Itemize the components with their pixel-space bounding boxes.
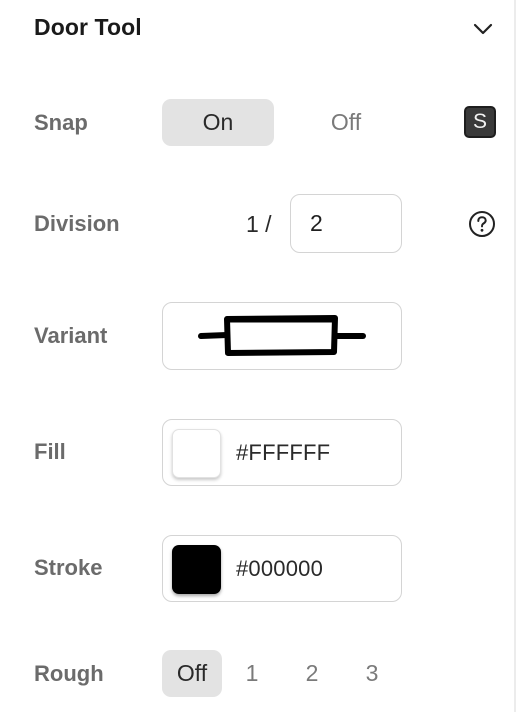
snap-label: Snap <box>34 110 88 135</box>
fill-label: Fill <box>34 439 66 464</box>
snap-shortcut-badge: S <box>464 106 496 138</box>
fill-color-swatch[interactable] <box>172 429 221 478</box>
snap-off-button[interactable]: Off <box>290 99 402 146</box>
door-tool-panel: Door Tool Snap On Off S Division 1 / Var… <box>0 0 516 712</box>
division-input[interactable] <box>290 194 402 253</box>
collapse-button[interactable] <box>468 16 498 42</box>
panel-title: Door Tool <box>34 14 142 40</box>
help-button[interactable] <box>468 210 496 238</box>
stroke-color-swatch[interactable] <box>172 545 221 594</box>
snap-on-button[interactable]: On <box>162 99 274 146</box>
door-variant-icon <box>198 315 366 356</box>
chevron-down-icon <box>473 23 493 35</box>
question-circle-icon <box>469 211 495 237</box>
rough-3-button[interactable]: 3 <box>348 650 396 697</box>
fill-color-field[interactable]: #FFFFFF <box>162 419 402 486</box>
stroke-label: Stroke <box>34 555 103 580</box>
variant-label: Variant <box>34 323 108 348</box>
stroke-hex-value: #000000 <box>236 556 324 581</box>
rough-label: Rough <box>34 661 104 686</box>
rough-off-button[interactable]: Off <box>162 650 222 697</box>
stroke-color-field[interactable]: #000000 <box>162 535 402 602</box>
division-prefix: 1 / <box>246 211 272 237</box>
variant-selector[interactable] <box>162 302 402 370</box>
rough-2-button[interactable]: 2 <box>288 650 336 697</box>
fill-hex-value: #FFFFFF <box>236 440 331 465</box>
rough-1-button[interactable]: 1 <box>228 650 276 697</box>
division-label: Division <box>34 211 120 236</box>
